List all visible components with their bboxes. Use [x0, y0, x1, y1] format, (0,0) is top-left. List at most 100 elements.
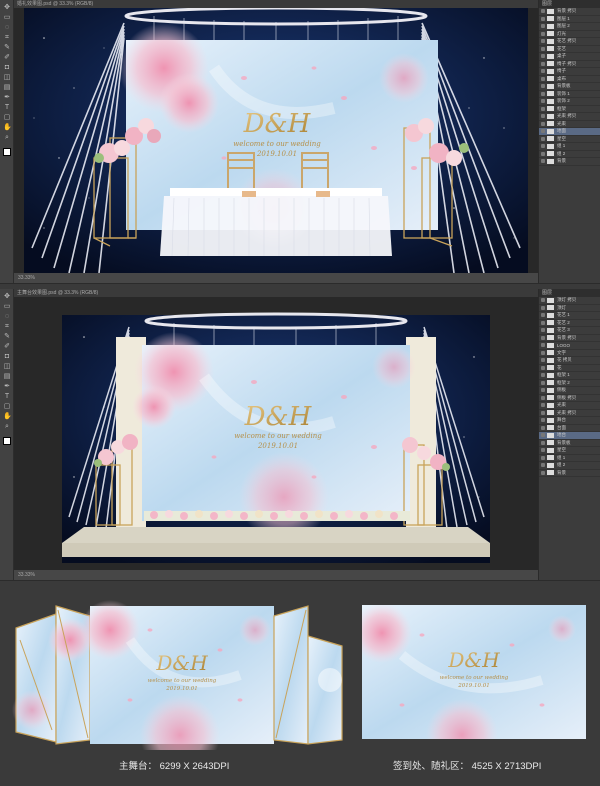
- visibility-eye-icon[interactable]: [541, 418, 545, 423]
- canvas[interactable]: D&H welcome to our wedding 2019.10.01: [14, 8, 538, 273]
- layer-row[interactable]: 台面: [539, 425, 600, 432]
- foreground-color-swatch[interactable]: [3, 148, 11, 156]
- pen-tool-icon[interactable]: ✒: [3, 383, 11, 391]
- visibility-eye-icon[interactable]: [541, 463, 545, 468]
- layer-row[interactable]: 花 拷贝: [539, 357, 600, 365]
- layer-row[interactable]: 椅子: [539, 68, 600, 76]
- layer-row[interactable]: 背景板: [539, 83, 600, 91]
- brush-tool-icon[interactable]: ✐: [3, 54, 11, 62]
- visibility-eye-icon[interactable]: [541, 365, 545, 370]
- type-tool-icon[interactable]: T: [3, 104, 11, 112]
- visibility-eye-icon[interactable]: [541, 159, 545, 164]
- layer-row[interactable]: 舞台: [539, 417, 600, 425]
- gradient-tool-icon[interactable]: ▤: [3, 373, 11, 381]
- canvas[interactable]: D&H welcome to our wedding 2019.10.01: [14, 297, 538, 570]
- visibility-eye-icon[interactable]: [541, 144, 545, 149]
- visibility-eye-icon[interactable]: [541, 328, 545, 333]
- layer-row[interactable]: 光束 拷贝: [539, 113, 600, 121]
- visibility-eye-icon[interactable]: [541, 61, 545, 66]
- layer-row[interactable]: 组 1: [539, 455, 600, 462]
- layer-row[interactable]: 花艺 2: [539, 320, 600, 327]
- shape-tool-icon[interactable]: ▢: [3, 403, 11, 411]
- layer-row[interactable]: 组 1: [539, 143, 600, 151]
- layer-row[interactable]: 顶灯 拷贝: [539, 297, 600, 305]
- move-tool-icon[interactable]: ✥: [3, 293, 11, 301]
- zoom-tool-icon[interactable]: ⌕: [3, 423, 11, 431]
- layer-row[interactable]: 椅子 拷贝: [539, 61, 600, 68]
- visibility-eye-icon[interactable]: [541, 343, 545, 348]
- visibility-eye-icon[interactable]: [541, 298, 545, 303]
- layer-row[interactable]: 顶灯: [539, 305, 600, 312]
- visibility-eye-icon[interactable]: [541, 16, 545, 21]
- layer-row[interactable]: 组 2: [539, 151, 600, 158]
- layer-row[interactable]: 侧板: [539, 387, 600, 395]
- layer-row[interactable]: 背景: [539, 470, 600, 477]
- visibility-eye-icon[interactable]: [541, 31, 545, 36]
- visibility-eye-icon[interactable]: [541, 106, 545, 111]
- crop-tool-icon[interactable]: ⌗: [3, 34, 11, 42]
- layer-row[interactable]: 地面: [539, 128, 600, 136]
- layer-row[interactable]: 光束 拷贝: [539, 410, 600, 417]
- visibility-eye-icon[interactable]: [541, 440, 545, 445]
- visibility-eye-icon[interactable]: [541, 114, 545, 119]
- brush-tool-icon[interactable]: ✐: [3, 343, 11, 351]
- visibility-eye-icon[interactable]: [541, 433, 545, 438]
- eyedropper-tool-icon[interactable]: ✎: [3, 44, 11, 52]
- visibility-eye-icon[interactable]: [541, 69, 545, 74]
- lasso-tool-icon[interactable]: ◌: [3, 313, 11, 321]
- visibility-eye-icon[interactable]: [541, 448, 545, 453]
- foreground-color-swatch[interactable]: [3, 437, 11, 445]
- marquee-tool-icon[interactable]: ▭: [3, 14, 11, 22]
- layer-row[interactable]: 地台: [539, 432, 600, 440]
- layer-row[interactable]: 框架 1: [539, 372, 600, 380]
- visibility-eye-icon[interactable]: [541, 335, 545, 340]
- layer-row[interactable]: 桌子: [539, 53, 600, 61]
- layer-row[interactable]: 背景板: [539, 440, 600, 447]
- visibility-eye-icon[interactable]: [541, 425, 545, 430]
- document-tab[interactable]: 婚礼效果图.psd @ 33.3% (RGB/8): [14, 0, 538, 8]
- layer-row[interactable]: 花艺 拷贝: [539, 38, 600, 46]
- eraser-tool-icon[interactable]: ◫: [3, 363, 11, 371]
- visibility-eye-icon[interactable]: [541, 350, 545, 355]
- pen-tool-icon[interactable]: ✒: [3, 94, 11, 102]
- layer-row[interactable]: 图层 1: [539, 16, 600, 23]
- visibility-eye-icon[interactable]: [541, 380, 545, 385]
- visibility-eye-icon[interactable]: [541, 121, 545, 126]
- marquee-tool-icon[interactable]: ▭: [3, 303, 11, 311]
- layer-row[interactable]: 图层 2: [539, 23, 600, 31]
- visibility-eye-icon[interactable]: [541, 76, 545, 81]
- layer-row[interactable]: 背景 拷贝: [539, 335, 600, 342]
- visibility-eye-icon[interactable]: [541, 395, 545, 400]
- layer-row[interactable]: LOGO: [539, 342, 600, 350]
- layer-row[interactable]: 框架: [539, 106, 600, 113]
- layer-row[interactable]: 组 2: [539, 462, 600, 470]
- layer-row[interactable]: 花艺: [539, 46, 600, 53]
- document-tab[interactable]: 主舞台效果图.psd @ 33.3% (RGB/8): [14, 289, 538, 297]
- visibility-eye-icon[interactable]: [541, 136, 545, 141]
- gradient-tool-icon[interactable]: ▤: [3, 84, 11, 92]
- crop-tool-icon[interactable]: ⌗: [3, 323, 11, 331]
- visibility-eye-icon[interactable]: [541, 410, 545, 415]
- layer-row[interactable]: 背景: [539, 158, 600, 166]
- visibility-eye-icon[interactable]: [541, 320, 545, 325]
- visibility-eye-icon[interactable]: [541, 388, 545, 393]
- stamp-tool-icon[interactable]: ◘: [3, 64, 11, 72]
- visibility-eye-icon[interactable]: [541, 151, 545, 156]
- layer-row[interactable]: 灯光: [539, 31, 600, 38]
- visibility-eye-icon[interactable]: [541, 129, 545, 134]
- layer-row[interactable]: 星空: [539, 136, 600, 143]
- layer-row[interactable]: 花: [539, 365, 600, 372]
- visibility-eye-icon[interactable]: [541, 99, 545, 104]
- layer-row[interactable]: 花艺 1: [539, 312, 600, 320]
- eraser-tool-icon[interactable]: ◫: [3, 74, 11, 82]
- layer-row[interactable]: 星空: [539, 447, 600, 455]
- visibility-eye-icon[interactable]: [541, 403, 545, 408]
- layer-row[interactable]: 框架 2: [539, 380, 600, 387]
- visibility-eye-icon[interactable]: [541, 9, 545, 14]
- layer-row[interactable]: 装饰 1: [539, 91, 600, 98]
- shape-tool-icon[interactable]: ▢: [3, 114, 11, 122]
- visibility-eye-icon[interactable]: [541, 91, 545, 96]
- layer-row[interactable]: 光束: [539, 402, 600, 410]
- visibility-eye-icon[interactable]: [541, 470, 545, 475]
- eyedropper-tool-icon[interactable]: ✎: [3, 333, 11, 341]
